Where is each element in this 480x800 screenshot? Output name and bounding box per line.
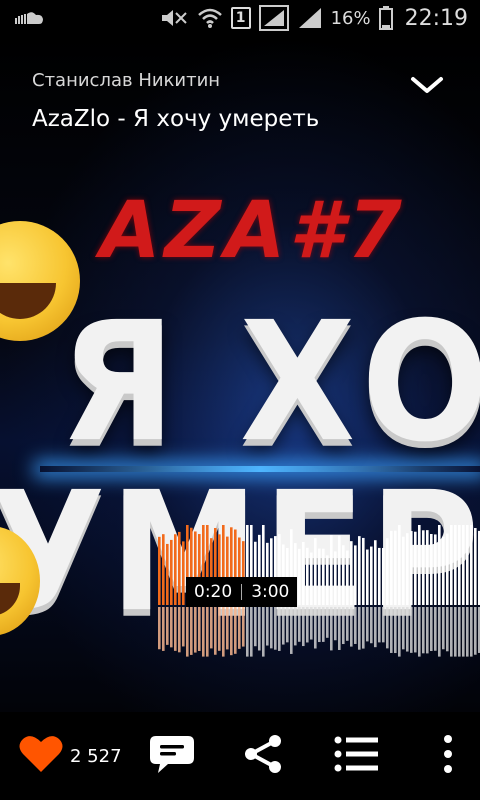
playlist-button[interactable]: [330, 712, 382, 800]
battery-percent: 16%: [330, 7, 371, 29]
artwork-text-line2: Я ХОЧ: [60, 287, 480, 479]
artwork-text-line3: УМЕРЕ: [0, 457, 480, 649]
playlist-icon: [334, 736, 378, 776]
wifi-icon: [197, 7, 223, 29]
signal-icon: [258, 5, 289, 31]
duration: 3:00: [251, 582, 290, 602]
artist-name[interactable]: Станислав Никитин: [32, 70, 220, 91]
collapse-button[interactable]: [406, 72, 448, 102]
comments-button[interactable]: [144, 712, 200, 800]
action-bar: 2 527: [0, 712, 480, 800]
more-vertical-icon: [443, 734, 453, 778]
like-count: 2 527: [70, 745, 122, 767]
sim-icon: 1: [230, 7, 251, 29]
status-bar: 1 16% 22:19: [0, 0, 480, 36]
like-button[interactable]: 2 527: [18, 712, 128, 800]
time-separator: [241, 584, 243, 600]
share-button[interactable]: [238, 712, 288, 800]
clock: 22:19: [404, 5, 468, 31]
track-header: Станислав Никитин AzaZlo - Я хочу умерет…: [0, 36, 480, 156]
comment-icon: [148, 732, 196, 780]
more-options-button[interactable]: [430, 712, 466, 800]
soundcloud-icon: [12, 10, 46, 26]
time-label: 0:20 3:00: [186, 577, 298, 607]
heart-icon: [18, 734, 64, 778]
battery-icon: [378, 6, 393, 30]
chevron-down-icon: [410, 75, 444, 99]
signal-icon-2: [297, 6, 323, 30]
share-icon: [243, 734, 283, 778]
track-title: AzaZlo - Я хочу умереть: [32, 106, 320, 132]
current-time: 0:20: [194, 582, 233, 602]
mute-icon: [159, 7, 189, 29]
artwork-text-line1: AZA#7: [100, 186, 406, 276]
